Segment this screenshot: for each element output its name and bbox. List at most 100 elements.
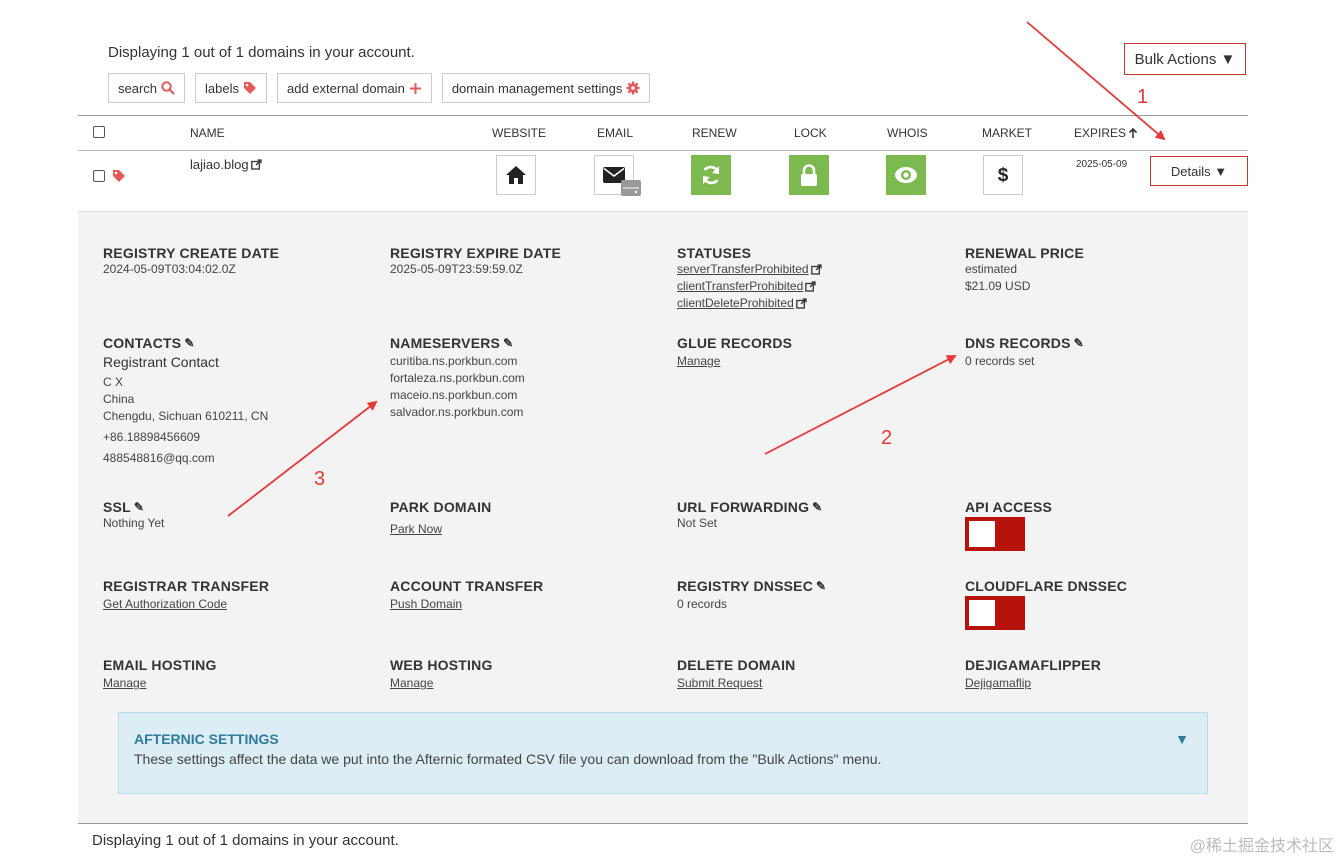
column-email: EMAIL bbox=[597, 126, 634, 140]
ssl: SSL ✎ Nothing Yet bbox=[103, 499, 164, 532]
edit-icon[interactable]: ✎ bbox=[184, 336, 194, 350]
edit-icon[interactable]: ✎ bbox=[1074, 336, 1084, 350]
renew-button[interactable] bbox=[691, 155, 731, 195]
status-link-label: serverTransferProhibited bbox=[677, 262, 809, 276]
park-now-link[interactable]: Park Now bbox=[390, 521, 492, 538]
column-website: WEBSITE bbox=[492, 126, 547, 140]
push-domain-link[interactable]: Push Domain bbox=[390, 596, 543, 613]
whois-button[interactable] bbox=[886, 155, 926, 195]
get-authorization-code-link[interactable]: Get Authorization Code bbox=[103, 596, 269, 613]
dejigamaflip-link[interactable]: Dejigamaflip bbox=[965, 675, 1101, 692]
nameservers-title: NAMESERVERS bbox=[390, 335, 501, 351]
email-hosting-manage-link[interactable]: Manage bbox=[103, 675, 217, 692]
status-link-label: clientTransferProhibited bbox=[677, 279, 804, 293]
registry-create-date: REGISTRY CREATE DATE 2024-05-09T03:04:02… bbox=[103, 245, 279, 278]
eye-icon bbox=[895, 167, 917, 183]
api-access: API ACCESS bbox=[965, 499, 1052, 551]
toggle-knob bbox=[969, 521, 995, 547]
column-expires[interactable]: EXPIRES bbox=[1074, 126, 1138, 140]
email-hosting: EMAIL HOSTING Manage bbox=[103, 657, 217, 692]
column-lock: LOCK bbox=[794, 126, 827, 140]
afternic-settings[interactable]: AFTERNIC SETTINGS These settings affect … bbox=[118, 712, 1208, 794]
statuses: STATUSES serverTransferProhibited client… bbox=[677, 245, 822, 312]
column-renew: RENEW bbox=[692, 126, 737, 140]
search-button[interactable]: search bbox=[108, 73, 186, 103]
edit-icon[interactable]: ✎ bbox=[503, 336, 513, 350]
table-top-border bbox=[78, 115, 1248, 116]
renewal-price-title: RENEWAL PRICE bbox=[965, 245, 1085, 261]
column-expires-label: EXPIRES bbox=[1074, 126, 1127, 140]
search-label: search bbox=[118, 80, 158, 96]
sort-arrow-up-icon bbox=[1128, 127, 1138, 138]
web-hosting-manage-link[interactable]: Manage bbox=[390, 675, 493, 692]
domain-management-settings-label: domain management settings bbox=[451, 80, 623, 96]
domain-management-settings-button[interactable]: domain management settings bbox=[441, 73, 651, 103]
svg-text:$: $ bbox=[998, 165, 1009, 186]
labels-label: labels bbox=[205, 80, 239, 96]
contact-country: China bbox=[103, 392, 135, 406]
email-button[interactable] bbox=[594, 155, 641, 196]
api-access-toggle[interactable] bbox=[965, 517, 1025, 551]
cloudflare-dnssec-title: CLOUDFLARE DNSSEC bbox=[965, 578, 1128, 594]
park-domain-title: PARK DOMAIN bbox=[390, 499, 492, 515]
footer-displaying-count: Displaying 1 out of 1 domains in your ac… bbox=[92, 832, 399, 849]
external-link-icon bbox=[805, 281, 816, 292]
registry-expire-value: 2025-05-09T23:59:59.0Z bbox=[390, 262, 523, 276]
lock-button[interactable] bbox=[789, 155, 829, 195]
glue-records-manage-link[interactable]: Manage bbox=[677, 353, 792, 370]
status-link[interactable]: clientTransferProhibited bbox=[677, 278, 822, 295]
external-link-icon bbox=[250, 159, 262, 170]
website-button[interactable] bbox=[496, 155, 536, 195]
contacts-title: CONTACTS bbox=[103, 335, 182, 351]
glue-records-title: GLUE RECORDS bbox=[677, 335, 793, 351]
url-forwarding: URL FORWARDING ✎ Not Set bbox=[677, 499, 822, 532]
tag-icon[interactable] bbox=[112, 169, 126, 183]
registry-expire-date: REGISTRY EXPIRE DATE 2025-05-09T23:59:59… bbox=[390, 245, 561, 278]
market-button[interactable]: $ bbox=[983, 155, 1023, 195]
column-name[interactable]: NAME bbox=[190, 126, 225, 140]
glue-records: GLUE RECORDS Manage bbox=[677, 335, 792, 370]
statuses-title: STATUSES bbox=[677, 245, 752, 261]
domain-name: lajiao.blog bbox=[190, 157, 249, 172]
edit-icon[interactable]: ✎ bbox=[816, 579, 826, 593]
registry-create-value: 2024-05-09T03:04:02.0Z bbox=[103, 262, 236, 276]
add-external-domain-button[interactable]: add external domain bbox=[277, 73, 432, 103]
domain-row-checkbox[interactable] bbox=[93, 170, 105, 182]
annotation-label-1: 1 bbox=[1137, 86, 1149, 108]
edit-icon[interactable]: ✎ bbox=[812, 500, 822, 514]
delete-domain: DELETE DOMAIN Submit Request bbox=[677, 657, 796, 692]
contacts-heading: CONTACTS ✎ bbox=[103, 335, 268, 351]
dns-records-title: DNS RECORDS bbox=[965, 335, 1071, 351]
cloudflare-dnssec: CLOUDFLARE DNSSEC bbox=[965, 578, 1127, 630]
dejigamaflipper-title: DEJIGAMAFLIPPER bbox=[965, 657, 1102, 673]
toggle-knob bbox=[969, 600, 995, 626]
web-hosting-title: WEB HOSTING bbox=[390, 657, 493, 673]
registry-dnssec: REGISTRY DNSSEC ✎ 0 records bbox=[677, 578, 826, 613]
account-transfer: ACCOUNT TRANSFER Push Domain bbox=[390, 578, 543, 613]
edit-icon[interactable]: ✎ bbox=[134, 500, 144, 514]
select-all-checkbox[interactable] bbox=[93, 126, 105, 138]
nameservers-heading: NAMESERVERS ✎ bbox=[390, 335, 525, 351]
contact-city: Chengdu, Sichuan 610211, CN bbox=[103, 409, 269, 423]
external-link-icon bbox=[810, 264, 822, 275]
submit-request-link[interactable]: Submit Request bbox=[677, 675, 796, 692]
plus-icon bbox=[409, 82, 421, 94]
cloudflare-dnssec-toggle[interactable] bbox=[965, 596, 1025, 630]
registry-dnssec-heading: REGISTRY DNSSEC ✎ bbox=[677, 578, 826, 594]
tag-icon bbox=[244, 82, 256, 94]
bulk-actions-button[interactable]: Bulk Actions ▼ bbox=[1124, 43, 1246, 75]
toolbar: search labels add external domain domain… bbox=[108, 73, 651, 103]
labels-button[interactable]: labels bbox=[195, 73, 267, 103]
details-button[interactable]: Details ▼ bbox=[1150, 156, 1248, 186]
domain-name-link[interactable]: lajiao.blog bbox=[190, 157, 262, 172]
registry-create-title: REGISTRY CREATE DATE bbox=[103, 245, 280, 261]
dejigamaflipper: DEJIGAMAFLIPPER Dejigamaflip bbox=[965, 657, 1101, 692]
renewal-price-note: estimated bbox=[965, 262, 1018, 276]
add-external-domain-label: add external domain bbox=[287, 80, 405, 96]
chevron-down-icon[interactable]: ▼ bbox=[1175, 731, 1189, 747]
dns-records-value: 0 records set bbox=[965, 354, 1035, 368]
status-link[interactable]: serverTransferProhibited bbox=[677, 261, 822, 278]
status-link[interactable]: clientDeleteProhibited bbox=[677, 295, 822, 312]
renewal-price: RENEWAL PRICE estimated $21.09 USD bbox=[965, 245, 1084, 295]
nameserver-item: fortaleza.ns.porkbun.com bbox=[390, 371, 525, 385]
